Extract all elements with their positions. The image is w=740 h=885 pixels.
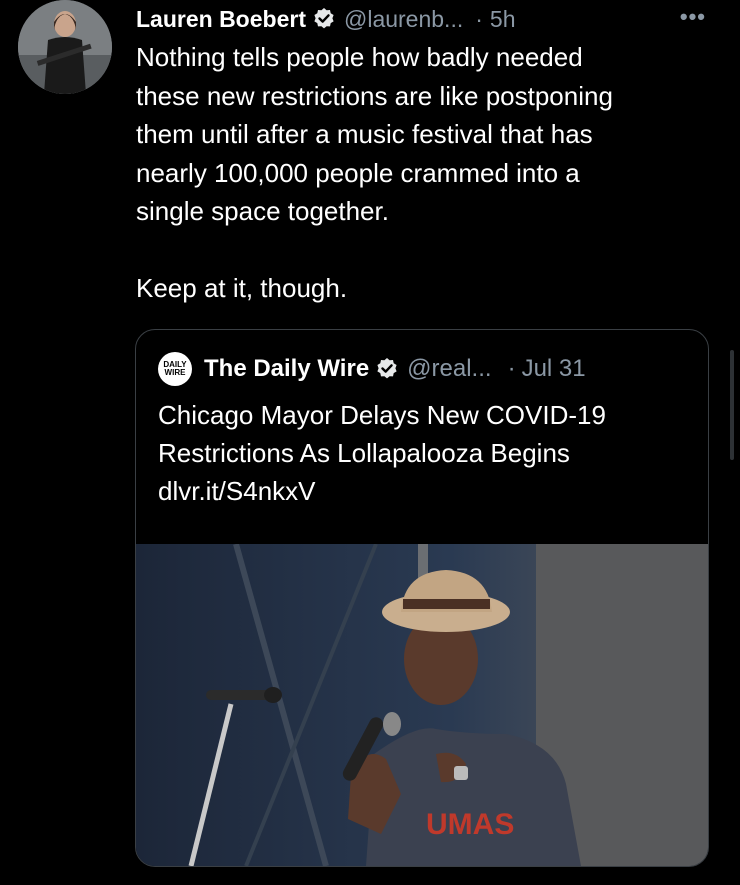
tweet-text: Nothing tells people how badly needed th… — [136, 42, 613, 303]
quoted-author-handle[interactable]: @real... — [407, 355, 491, 383]
author-avatar[interactable] — [18, 0, 112, 94]
quoted-author-name[interactable]: The Daily Wire — [204, 355, 369, 383]
quoted-headline: Chicago Mayor Delays New COVID-19 Restri… — [158, 400, 606, 468]
separator-dot: · — [475, 5, 483, 32]
author-handle[interactable]: @laurenb... — [344, 6, 463, 33]
scrollbar[interactable] — [730, 350, 734, 460]
tweet-time[interactable]: 5h — [490, 6, 516, 33]
svg-text:UMAS: UMAS — [426, 808, 514, 841]
author-name[interactable]: Lauren Boebert — [136, 6, 306, 33]
quoted-link[interactable]: dlvr.it/S4nkxV — [158, 476, 316, 506]
quoted-tweet-time[interactable]: Jul 31 — [522, 355, 586, 383]
verified-badge-icon — [375, 357, 399, 381]
photo-image: UMAS — [136, 544, 708, 866]
separator-dot: · — [507, 355, 516, 382]
tweet-header: Lauren Boebert @laurenb... · 5h — [136, 2, 716, 36]
logo-line-2: WIRE — [164, 368, 186, 377]
quoted-tweet-text: Chicago Mayor Delays New COVID-19 Restri… — [158, 396, 688, 510]
quoted-tweet-photo[interactable]: UMAS — [136, 544, 708, 866]
avatar-image — [18, 0, 112, 94]
more-options-icon[interactable]: ••• — [680, 4, 706, 30]
daily-wire-logo-icon: DAILY WIRE — [158, 352, 192, 386]
verified-badge-icon — [312, 7, 336, 31]
quoted-tweet-header: DAILY WIRE The Daily Wire @real... · Jul… — [158, 352, 688, 386]
tweet[interactable]: Lauren Boebert @laurenb... · 5h ••• Noth… — [0, 0, 740, 885]
quoted-tweet[interactable]: DAILY WIRE The Daily Wire @real... · Jul… — [135, 329, 709, 867]
